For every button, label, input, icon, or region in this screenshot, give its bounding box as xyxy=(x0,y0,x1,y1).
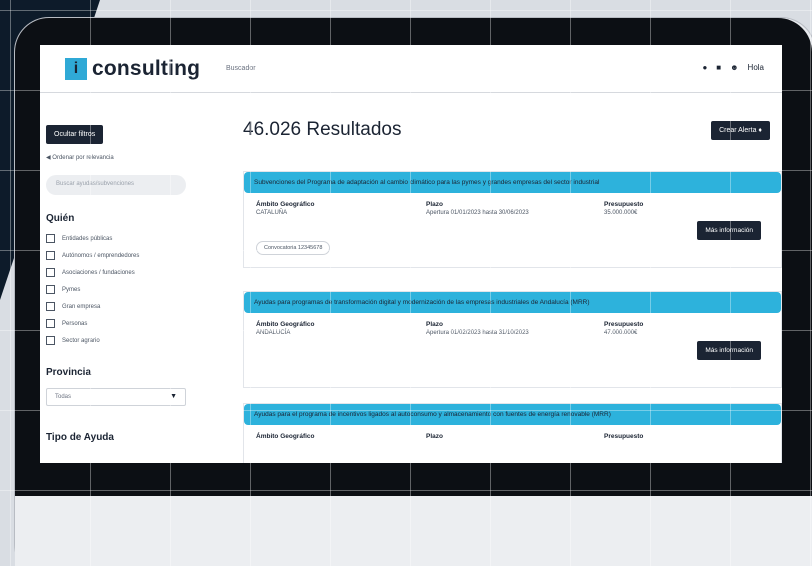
result-card: Ayudas para programas de transformación … xyxy=(243,291,782,388)
province-select[interactable]: Todas ▼ xyxy=(46,388,186,406)
checkbox[interactable] xyxy=(46,319,55,328)
checkbox-label: Sector agrario xyxy=(62,337,100,344)
sort-selector[interactable]: ◀ Ordenar por relevancia xyxy=(46,154,210,161)
checkbox-label: Asociaciones / fundaciones xyxy=(62,269,135,276)
presupuesto-column: Presupuesto xyxy=(604,433,643,441)
ambito-label: Ámbito Geográfico xyxy=(256,321,315,328)
presupuesto-column: Presupuesto 35.000.000€ xyxy=(604,201,643,217)
user-label[interactable]: Hola xyxy=(748,63,764,72)
chevron-down-icon: ▼ xyxy=(170,393,177,400)
checkbox[interactable] xyxy=(46,336,55,345)
create-alert-label: Crear Alerta xyxy=(719,127,757,134)
nav-link-buscador[interactable]: Buscador xyxy=(226,65,256,72)
ambito-column: Ámbito Geográfico ANDALUCÍA xyxy=(256,321,315,337)
checkbox-item[interactable]: Gran empresa xyxy=(46,298,210,315)
ambito-label: Ámbito Geográfico xyxy=(256,201,315,208)
presupuesto-label: Presupuesto xyxy=(604,321,644,328)
result-card-title[interactable]: Ayudas para programas de transformación … xyxy=(244,292,781,313)
ambito-column: Ámbito Geográfico xyxy=(256,433,315,441)
result-card-body: Ámbito Geográfico Plazo Presupuesto xyxy=(244,425,781,463)
plazo-label: Plazo xyxy=(426,201,443,208)
result-card-title[interactable]: Ayudas para el programa de incentivos li… xyxy=(244,404,781,425)
checkbox-label: Gran empresa xyxy=(62,303,101,310)
checkbox[interactable] xyxy=(46,234,55,243)
checkbox-label: Autónomos / emprendedores xyxy=(62,252,140,259)
plazo-column: Plazo xyxy=(426,433,443,441)
bell-icon[interactable]: ● xyxy=(702,63,707,72)
checkbox-label: Pymes xyxy=(62,286,81,293)
ambito-value: ANDALUCÍA xyxy=(256,330,291,336)
presupuesto-value: 35.000.000€ xyxy=(604,210,638,216)
ambito-label: Ámbito Geográfico xyxy=(256,433,315,440)
top-bar: i consulting Buscador ● ■ ☻ Hola xyxy=(40,45,782,93)
presupuesto-value: 47.000.000€ xyxy=(604,330,638,336)
create-alert-button[interactable]: Crear Alerta ♦ xyxy=(711,121,770,140)
search-input[interactable]: Buscar ayudas/subvenciones xyxy=(46,175,186,195)
logo-text: consulting xyxy=(92,57,201,80)
quien-checklist: Entidades públicas Autónomos / emprended… xyxy=(46,230,210,349)
more-info-button[interactable]: Más información xyxy=(697,221,761,240)
section-quien: Quién xyxy=(46,213,75,224)
logo-mark: i xyxy=(65,58,87,80)
plazo-label: Plazo xyxy=(426,433,443,440)
plazo-value: Apertura 01/02/2023 hasta 31/10/2023 xyxy=(426,330,529,336)
plazo-label: Plazo xyxy=(426,321,443,328)
checkbox-item[interactable]: Sector agrario xyxy=(46,332,210,349)
checkbox[interactable] xyxy=(46,251,55,260)
checkbox-item[interactable]: Asociaciones / fundaciones xyxy=(46,264,210,281)
sidebar: Ocultar filtros ◀ Ordenar por relevancia… xyxy=(40,93,210,463)
mail-icon[interactable]: ■ xyxy=(716,63,721,72)
plazo-column: Plazo Apertura 01/01/2023 hasta 30/06/20… xyxy=(426,201,576,217)
checkbox-label: Personas xyxy=(62,320,88,327)
checkbox[interactable] xyxy=(46,302,55,311)
checkbox[interactable] xyxy=(46,268,55,277)
more-info-button[interactable]: Más información xyxy=(697,341,761,360)
presupuesto-column: Presupuesto 47.000.000€ xyxy=(604,321,643,337)
user-icon[interactable]: ☻ xyxy=(730,63,738,72)
presupuesto-label: Presupuesto xyxy=(604,201,644,208)
convocatoria-tag: Convocatoria 12345678 xyxy=(256,241,331,255)
plazo-column: Plazo Apertura 01/02/2023 hasta 31/10/20… xyxy=(426,321,576,337)
checkbox[interactable] xyxy=(46,285,55,294)
checkbox-label: Entidades públicas xyxy=(62,235,113,242)
checkbox-item[interactable]: Personas xyxy=(46,315,210,332)
section-provincia: Provincia xyxy=(46,367,92,378)
section-tipo-ayuda: Tipo de Ayuda xyxy=(46,432,114,443)
logo[interactable]: i consulting xyxy=(65,57,200,81)
bell-icon: ♦ xyxy=(758,127,762,134)
results-title: 46.026 Resultados xyxy=(243,119,402,140)
result-card-title[interactable]: Subvenciones del Programa de adaptación … xyxy=(244,172,781,193)
checkbox-item[interactable]: Entidades públicas xyxy=(46,230,210,247)
result-card-body: Ámbito Geográfico ANDALUCÍA Plazo Apertu… xyxy=(244,313,781,387)
province-value: Todas xyxy=(55,394,72,400)
hide-filters-button[interactable]: Ocultar filtros xyxy=(46,125,104,144)
sort-label: Ordenar por relevancia xyxy=(52,155,114,161)
results-panel: 46.026 Resultados Crear Alerta ♦ Subvenc… xyxy=(243,93,782,463)
result-card-body: Ámbito Geográfico CATALUÑA Plazo Apertur… xyxy=(244,193,781,267)
plazo-value: Apertura 01/01/2023 hasta 30/06/2023 xyxy=(426,210,529,216)
checkbox-item[interactable]: Pymes xyxy=(46,281,210,298)
result-card: Subvenciones del Programa de adaptación … xyxy=(243,171,782,268)
result-card: Ayudas para el programa de incentivos li… xyxy=(243,403,782,463)
ambito-value: CATALUÑA xyxy=(256,210,288,216)
ambito-column: Ámbito Geográfico CATALUÑA xyxy=(256,201,315,217)
tablet-bottom xyxy=(15,496,812,566)
presupuesto-label: Presupuesto xyxy=(604,433,644,440)
top-icons: ● ■ ☻ Hola xyxy=(702,63,764,72)
checkbox-item[interactable]: Autónomos / emprendedores xyxy=(46,247,210,264)
sort-arrow-icon: ◀ xyxy=(46,155,51,161)
app-screen: i consulting Buscador ● ■ ☻ Hola Ocultar… xyxy=(40,45,782,463)
